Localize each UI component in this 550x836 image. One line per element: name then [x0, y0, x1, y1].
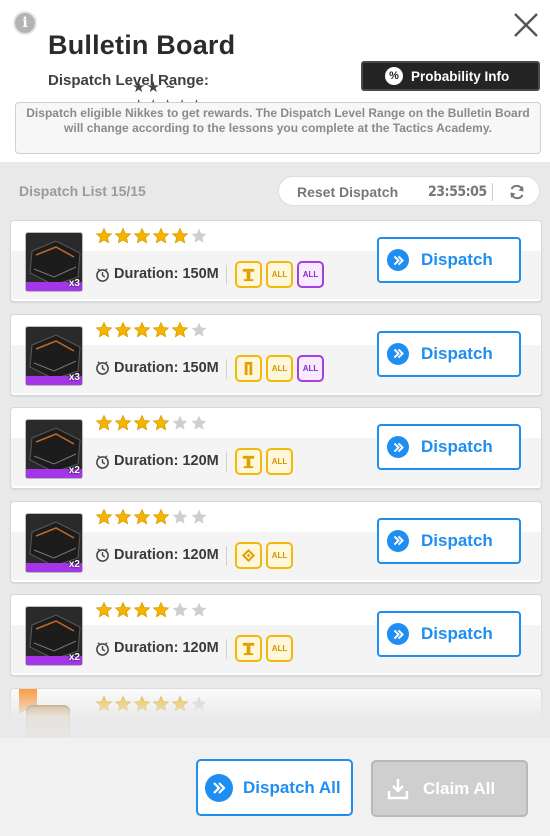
- reward-item[interactable]: x2: [25, 606, 83, 666]
- clock-icon: [96, 361, 109, 375]
- footer-actions: Dispatch All Claim All: [0, 738, 550, 836]
- double-chevron-icon: [205, 773, 233, 802]
- clock-icon: [96, 641, 109, 656]
- dispatch-list[interactable]: Dispatch List 15/15 Reset Dispatch 23:55…: [0, 162, 550, 742]
- reward-qty: x2: [68, 652, 80, 663]
- divider: [226, 452, 227, 472]
- all-tag[interactable]: ALL: [266, 354, 293, 382]
- all-tag[interactable]: ALL: [297, 354, 324, 382]
- header: i Bulletin Board Dispatch Level Range: ★…: [0, 0, 550, 162]
- dispatch-button-label: Dispatch: [421, 624, 493, 643]
- info-icon[interactable]: i: [13, 11, 37, 35]
- reward-item[interactable]: x2: [25, 512, 83, 573]
- mission-duration: Duration: 150M: [95, 360, 219, 376]
- refresh-icon[interactable]: [507, 182, 527, 202]
- all-tag[interactable]: ALL: [266, 635, 293, 662]
- dispatch-button[interactable]: Dispatch: [377, 237, 521, 283]
- percent-icon: %: [385, 67, 403, 85]
- reset-dispatch-bar[interactable]: Reset Dispatch 23:55:05: [278, 176, 540, 206]
- dispatch-button-label: Dispatch: [421, 530, 493, 550]
- all-tag[interactable]: ALL: [266, 541, 293, 569]
- mission-card[interactable]: x2 Duration: 120M ALL Dispatch: [10, 594, 542, 676]
- requirement-tags: ALL ALL: [235, 354, 324, 382]
- clock-icon: [96, 267, 109, 282]
- star-rating: [95, 601, 208, 619]
- star-rating: [95, 414, 208, 432]
- requirement-tags: ALL: [235, 448, 293, 475]
- divider: [226, 545, 227, 566]
- dispatch-button[interactable]: Dispatch: [377, 611, 521, 657]
- reward-item[interactable]: x3: [25, 232, 83, 292]
- divider: [226, 639, 227, 659]
- duration-text: Duration: 120M: [114, 453, 219, 469]
- mission-duration: Duration: 120M: [95, 640, 219, 656]
- close-icon[interactable]: [510, 9, 542, 41]
- clock-icon: [96, 548, 109, 562]
- mission-duration: Duration: 120M: [95, 547, 219, 563]
- mission-card[interactable]: x2 Duration: 120M ALL Dispatch: [10, 500, 542, 583]
- dispatch-button[interactable]: Dispatch: [377, 330, 521, 377]
- vest-class-tag-icon[interactable]: [235, 261, 262, 288]
- reset-dispatch-label: Reset Dispatch: [297, 184, 399, 200]
- probability-info-button[interactable]: % Probability Info: [361, 61, 540, 91]
- duration-text: Duration: 120M: [114, 546, 219, 563]
- reward-item[interactable]: x3: [25, 325, 83, 386]
- requirement-tags: ALL: [235, 541, 293, 569]
- mission-duration: Duration: 120M: [95, 453, 219, 469]
- double-chevron-icon: [387, 342, 409, 365]
- vest-class-tag-icon[interactable]: [235, 448, 262, 475]
- reward-qty: x3: [68, 278, 80, 289]
- all-tag[interactable]: ALL: [266, 448, 293, 475]
- double-chevron-icon: [387, 249, 409, 271]
- divider: [492, 183, 493, 201]
- page-title: Bulletin Board: [48, 30, 236, 60]
- claim-all-label: Claim All: [423, 778, 496, 798]
- pants-class-tag-icon[interactable]: [235, 354, 262, 382]
- clock-icon: [96, 454, 109, 469]
- dispatch-button-label: Dispatch: [421, 250, 493, 269]
- double-chevron-icon: [387, 529, 409, 552]
- duration-text: Duration: 150M: [114, 359, 219, 376]
- all-tag[interactable]: ALL: [266, 261, 293, 288]
- dispatch-all-label: Dispatch All: [243, 777, 341, 797]
- star-rating: [95, 321, 208, 339]
- all-tag[interactable]: ALL: [297, 261, 324, 288]
- dispatch-button-label: Dispatch: [421, 437, 493, 456]
- dispatch-list-count: Dispatch List 15/15: [19, 183, 146, 199]
- mission-card[interactable]: x2 Duration: 120M ALL Dispatch: [10, 407, 542, 489]
- mission-duration: Duration: 150M: [95, 266, 219, 282]
- mission-card[interactable]: x3 Duration: 150M ALL ALL Dispatch: [10, 220, 542, 302]
- reward-item[interactable]: x2: [25, 419, 83, 479]
- vest-class-tag-icon[interactable]: [235, 635, 262, 662]
- reset-timer: 23:55:05: [428, 184, 487, 200]
- requirement-tags: ALL ALL: [235, 261, 324, 288]
- duration-text: Duration: 150M: [114, 266, 219, 282]
- duration-text: Duration: 120M: [114, 640, 219, 656]
- requirement-tags: ALL: [235, 635, 293, 662]
- probability-info-label: Probability Info: [411, 68, 510, 84]
- claim-all-button[interactable]: Claim All: [371, 760, 528, 817]
- double-chevron-icon: [387, 623, 409, 645]
- dispatch-button-label: Dispatch: [421, 343, 493, 363]
- dispatch-notice: Dispatch eligible Nikkes to get rewards.…: [15, 102, 541, 154]
- star-rating: [95, 227, 208, 245]
- mission-card[interactable]: x3 Duration: 150M ALL ALL Dispatch: [10, 313, 542, 396]
- divider: [226, 265, 227, 285]
- dispatch-all-button[interactable]: Dispatch All: [196, 759, 353, 816]
- level-range: Dispatch Level Range: ★★ ~ ★★★★★: [48, 72, 209, 114]
- list-fade-overlay: [0, 682, 550, 742]
- double-chevron-icon: [387, 436, 409, 458]
- diamond-class-tag-icon[interactable]: [235, 541, 262, 569]
- reward-qty: x3: [68, 371, 80, 383]
- reward-qty: x2: [68, 465, 80, 476]
- reward-qty: x2: [68, 558, 80, 570]
- dispatch-button[interactable]: Dispatch: [377, 424, 521, 470]
- download-icon: [387, 778, 409, 799]
- dispatch-button[interactable]: Dispatch: [377, 517, 521, 564]
- divider: [226, 358, 227, 379]
- star-rating: [95, 508, 208, 526]
